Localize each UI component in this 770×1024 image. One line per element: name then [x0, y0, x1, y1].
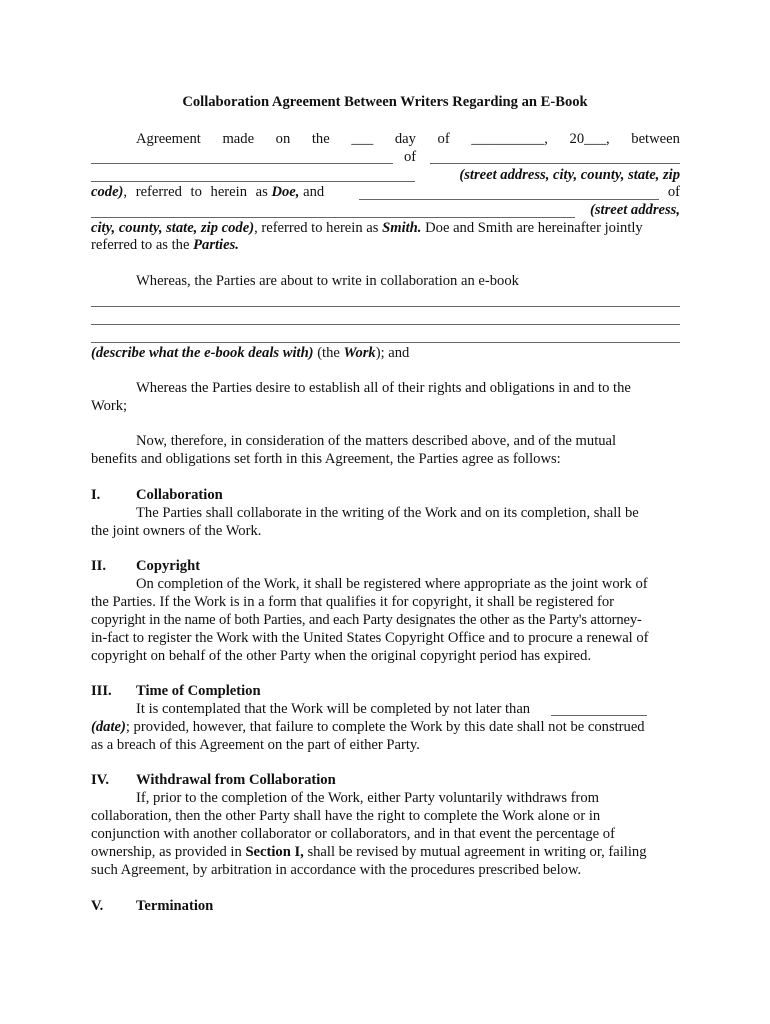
section-1-line: the joint owners of the Work. — [91, 523, 262, 539]
section-2-line: copyright on behalf of the other Party w… — [91, 648, 592, 664]
document-title: Collaboration Agreement Between Writers … — [182, 94, 588, 110]
day-blank[interactable]: ___ — [351, 130, 373, 148]
party1-address-blank-b[interactable] — [91, 181, 415, 182]
section-3-heading: III. Time of Completion — [91, 683, 261, 699]
party2-address-blank[interactable] — [91, 217, 575, 218]
party1-address-blank-a[interactable] — [430, 163, 680, 164]
section-2-line: the Parties. If the Work is in a form th… — [91, 594, 614, 610]
of-label: of — [404, 149, 417, 165]
now-therefore-line-2: benefits and obligations set forth in th… — [91, 451, 561, 467]
section-2-heading: II. Copyright — [91, 558, 201, 574]
whereas-1: Whereas, the Parties are about to write … — [136, 273, 519, 289]
section-1-heading: I. Collaboration — [91, 487, 223, 503]
section-4-line: such Agreement, by arbitration in accord… — [91, 862, 582, 878]
whereas-2-line-2: Work; — [91, 398, 128, 414]
preamble-line-1: Agreement made on the ___ day of _______… — [136, 130, 680, 148]
address-hint-1: (street address, city, county, state, zi… — [459, 167, 680, 183]
ebook-description-hint: (describe what the e-book deals with) (t… — [91, 345, 410, 361]
ebook-description-blank-2[interactable] — [91, 324, 680, 325]
document-page: Collaboration Agreement Between Writers … — [0, 0, 770, 1024]
month-blank[interactable]: __________, — [471, 130, 548, 148]
section-4-line: If, prior to the completion of the Work,… — [136, 790, 600, 806]
party1-name-blank[interactable] — [91, 163, 393, 164]
section-5-heading: V. Termination — [91, 898, 214, 914]
section-4-line: ownership, as provided in Section I, sha… — [91, 844, 647, 860]
year-blank[interactable]: 20___, — [570, 130, 610, 148]
smith-term: Smith. — [382, 220, 422, 236]
address-hint-2: (street address, — [590, 202, 680, 218]
now-therefore-line-1: Now, therefore, in consideration of the … — [136, 433, 617, 449]
preamble-line-7: referred to as the Parties. — [91, 237, 239, 253]
party2-name-blank[interactable] — [359, 199, 659, 200]
section-3-line: as a breach of this Agreement on the par… — [91, 737, 420, 753]
ebook-description-blank-1[interactable] — [91, 306, 680, 307]
section-1-line: The Parties shall collaborate in the wri… — [136, 505, 639, 521]
doe-term: Doe, — [271, 184, 300, 200]
whereas-2-line-1: Whereas the Parties desire to establish … — [136, 380, 631, 396]
section-4-line: collaboration, then the other Party shal… — [91, 808, 601, 824]
parties-term: Parties. — [193, 237, 239, 253]
section-4-line: conjunction with another collaborator or… — [91, 826, 615, 842]
preamble-line-6: city, county, state, zip code), referred… — [91, 220, 643, 236]
completion-date-blank[interactable] — [551, 715, 647, 716]
section-2-line: copyright in the name of both Parties, a… — [91, 612, 642, 628]
section-4-heading: IV. Withdrawal from Collaboration — [91, 772, 336, 788]
section-2-line: On completion of the Work, it shall be r… — [136, 576, 648, 592]
section-2-line: in-fact to register the Work with the Un… — [91, 630, 649, 646]
ebook-description-blank-3[interactable] — [91, 342, 680, 343]
section-3-line: (date); provided, however, that failure … — [91, 719, 645, 735]
